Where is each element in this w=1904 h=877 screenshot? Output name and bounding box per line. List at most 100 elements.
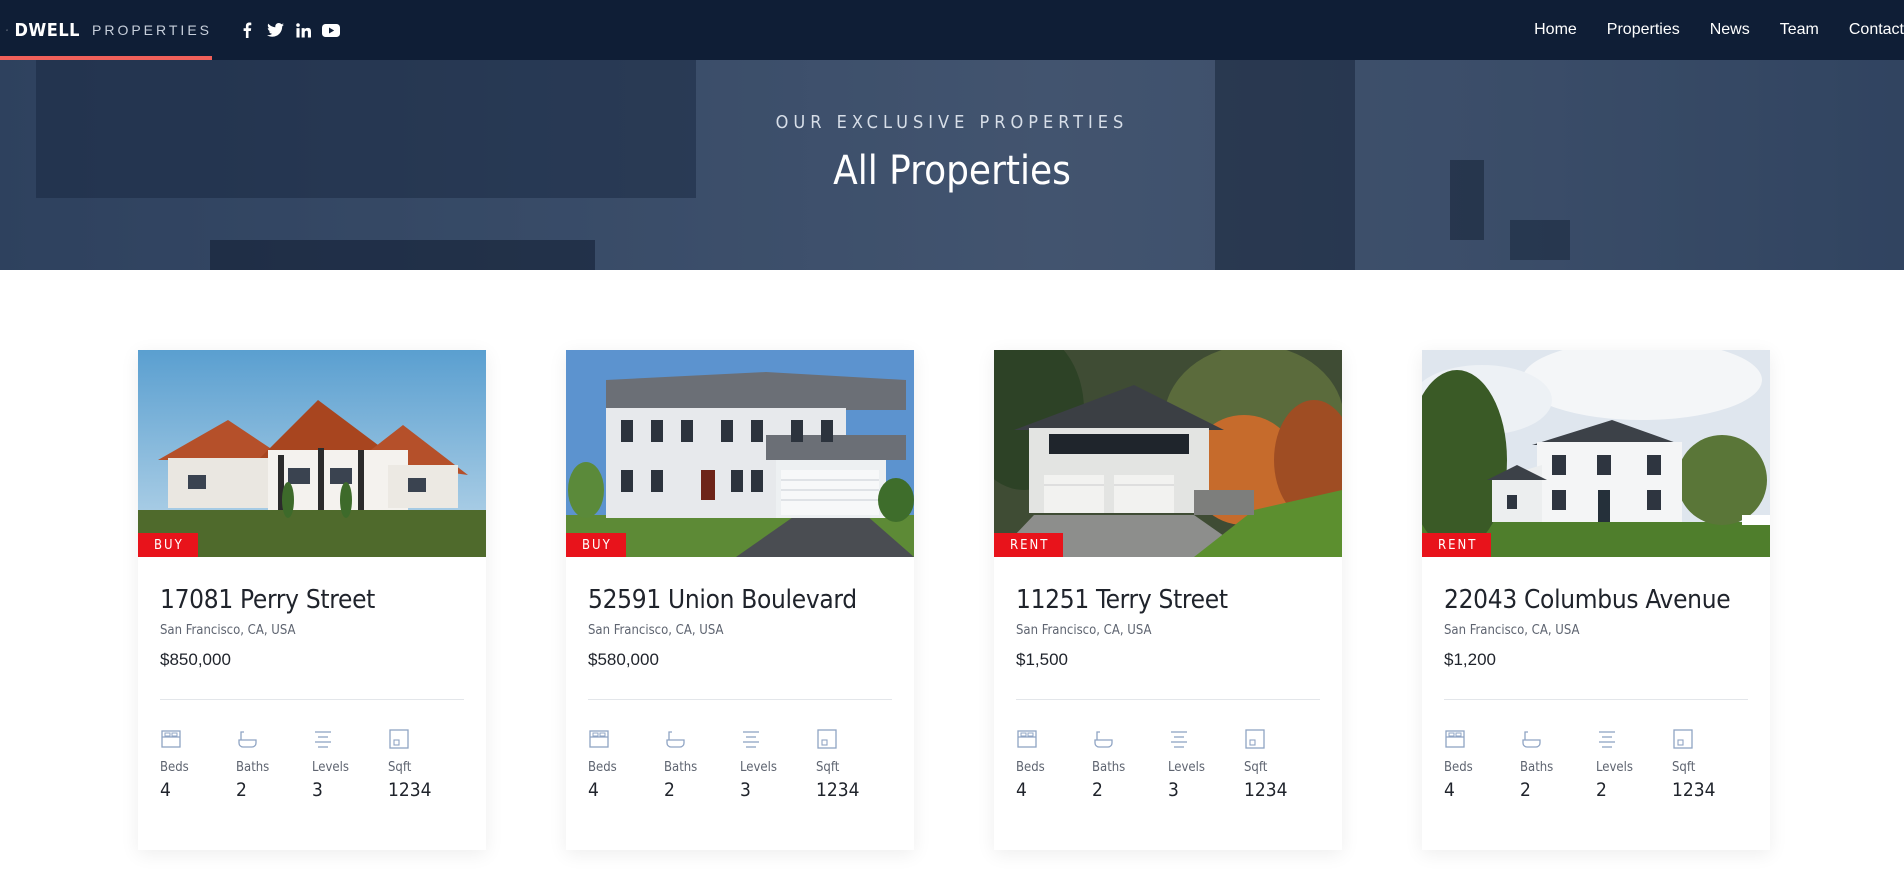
property-title[interactable]: 11251 Terry Street	[1016, 585, 1320, 615]
nav-news[interactable]: News	[1680, 21, 1750, 39]
spec-levels: Levels 3	[312, 728, 388, 801]
bed-icon	[1445, 730, 1465, 748]
listing-type-badge: BUY	[566, 533, 626, 557]
spec-label: Baths	[1520, 760, 1554, 775]
spec-label: Sqft	[816, 760, 840, 775]
hero-kicker: OUR EXCLUSIVE PROPERTIES	[775, 112, 1129, 133]
property-card[interactable]: BUY 17081 Perry Street San Francisco, CA…	[138, 350, 486, 850]
listing-type-badge: BUY	[138, 533, 198, 557]
bed-icon	[589, 730, 609, 748]
property-specs: Beds 4 Baths 2 Levels 3 Sqft 1234	[160, 728, 464, 801]
spec-value: 1234	[1244, 779, 1288, 801]
area-icon	[389, 729, 409, 749]
spec-label: Levels	[740, 760, 777, 775]
spec-label: Beds	[160, 760, 189, 775]
bathtub-icon	[666, 731, 685, 748]
spec-sqft: Sqft 1234	[816, 728, 892, 801]
spec-beds: Beds 4	[588, 728, 664, 801]
nav-home[interactable]: Home	[1504, 21, 1577, 39]
property-card[interactable]: BUY 52591 Union Boulevard San Francisco,…	[566, 350, 914, 850]
property-photo[interactable]: BUY	[138, 350, 486, 557]
spec-label: Sqft	[1672, 760, 1696, 775]
property-photo[interactable]: RENT	[994, 350, 1342, 557]
property-card[interactable]: RENT 11251 Terry Street San Francisco, C…	[994, 350, 1342, 850]
property-title[interactable]: 17081 Perry Street	[160, 585, 464, 615]
spec-label: Beds	[588, 760, 617, 775]
property-price: $580,000	[588, 650, 659, 669]
spec-value: 2	[1520, 779, 1531, 801]
spec-sqft: Sqft 1234	[1244, 728, 1320, 801]
spec-label: Levels	[312, 760, 349, 775]
brand-subtitle: PROPERTIES	[92, 22, 212, 38]
spec-label: Beds	[1444, 760, 1473, 775]
twitter-icon[interactable]	[266, 21, 284, 39]
area-icon	[817, 729, 837, 749]
spec-value: 1234	[1672, 779, 1716, 801]
nav-contact[interactable]: Contact	[1819, 21, 1904, 39]
property-location: San Francisco, CA, USA	[1444, 623, 1580, 638]
property-specs: Beds 4 Baths 2 Levels 3 Sqft 1234	[1016, 728, 1320, 801]
spec-baths: Baths 2	[1520, 728, 1596, 801]
listing-type-badge: RENT	[1422, 533, 1492, 557]
facebook-icon[interactable]	[238, 21, 256, 39]
property-price: $1,200	[1444, 650, 1496, 669]
card-divider	[1444, 699, 1748, 700]
spec-label: Baths	[1092, 760, 1126, 775]
spec-beds: Beds 4	[1444, 728, 1520, 801]
nav-properties[interactable]: Properties	[1577, 21, 1680, 39]
property-photo[interactable]: BUY	[566, 350, 914, 557]
levels-icon	[743, 731, 759, 748]
spec-baths: Baths 2	[664, 728, 740, 801]
area-icon	[1245, 729, 1265, 749]
bathtub-icon	[1522, 731, 1541, 748]
spec-value: 3	[1168, 779, 1179, 801]
linkedin-icon[interactable]	[294, 21, 312, 39]
property-grid: BUY 17081 Perry Street San Francisco, CA…	[138, 350, 1770, 850]
property-title[interactable]: 22043 Columbus Avenue	[1444, 585, 1748, 615]
spec-value: 2	[1092, 779, 1103, 801]
spec-label: Baths	[664, 760, 698, 775]
spec-label: Sqft	[1244, 760, 1268, 775]
property-title[interactable]: 52591 Union Boulevard	[588, 585, 892, 615]
property-location: San Francisco, CA, USA	[1016, 623, 1152, 638]
property-photo[interactable]: RENT	[1422, 350, 1770, 557]
spec-value: 3	[312, 779, 323, 801]
spec-value: 1234	[388, 779, 432, 801]
spec-levels: Levels 3	[740, 728, 816, 801]
bed-icon	[1017, 730, 1037, 748]
nav-team[interactable]: Team	[1750, 21, 1819, 39]
spec-label: Beds	[1016, 760, 1045, 775]
spec-label: Levels	[1596, 760, 1633, 775]
spec-value: 2	[664, 779, 675, 801]
hero-title: All Properties	[833, 148, 1071, 194]
spec-levels: Levels 3	[1168, 728, 1244, 801]
spec-value: 2	[1596, 779, 1607, 801]
bathtub-icon	[238, 731, 257, 748]
spec-value: 2	[236, 779, 247, 801]
spec-value: 4	[588, 779, 599, 801]
card-divider	[1016, 699, 1320, 700]
brand-name: DWELL	[14, 19, 80, 41]
brand[interactable]: DWELL PROPERTIES	[0, 0, 212, 60]
property-card[interactable]: RENT 22043 Columbus Avenue San Francisco…	[1422, 350, 1770, 850]
spec-value: 4	[1016, 779, 1027, 801]
spec-label: Levels	[1168, 760, 1205, 775]
property-price: $1,500	[1016, 650, 1068, 669]
property-specs: Beds 4 Baths 2 Levels 3 Sqft 1234	[588, 728, 892, 801]
spec-sqft: Sqft 1234	[388, 728, 464, 801]
main-nav: Home Properties News Team Contact	[1504, 21, 1904, 39]
card-divider	[588, 699, 892, 700]
levels-icon	[1599, 731, 1615, 748]
brand-accent-bar	[0, 56, 212, 60]
top-navbar: DWELL PROPERTIES Home Properties News Te…	[0, 0, 1904, 60]
spec-label: Baths	[236, 760, 270, 775]
property-location: San Francisco, CA, USA	[588, 623, 724, 638]
spec-sqft: Sqft 1234	[1672, 728, 1748, 801]
spec-beds: Beds 4	[1016, 728, 1092, 801]
social-links	[238, 21, 340, 39]
spec-value: 4	[1444, 779, 1455, 801]
bed-icon	[161, 730, 181, 748]
youtube-icon[interactable]	[322, 21, 340, 39]
spec-value: 3	[740, 779, 751, 801]
listing-type-badge: RENT	[994, 533, 1064, 557]
